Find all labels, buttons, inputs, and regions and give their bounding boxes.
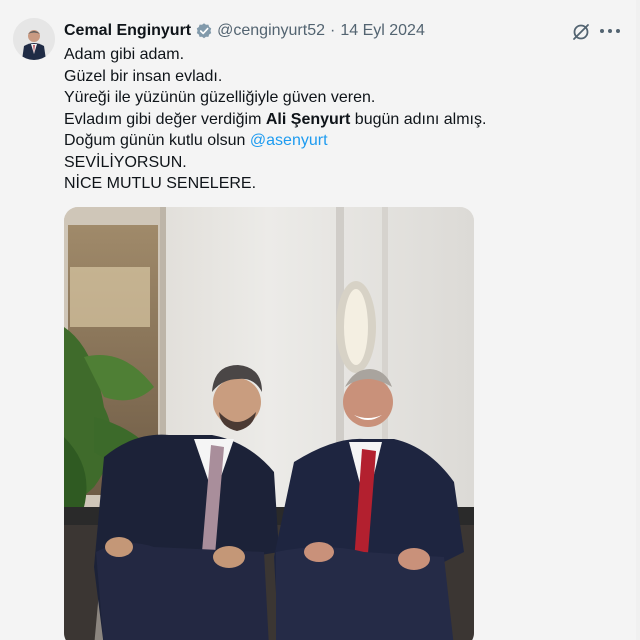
author-avatar[interactable] [13,18,55,60]
tweet-line: Güzel bir insan evladı. [64,67,223,85]
tweet-line: Evladım gibi değer verdiğim Ali Şenyurt … [64,109,604,131]
verified-badge-icon [196,23,212,39]
tweet-line: SEVİLİYORSUN. [64,153,187,171]
more-options-icon[interactable] [600,21,620,41]
tweet-text-segment: Doğum günün kutlu olsun [64,132,250,149]
grok-icon[interactable] [571,22,591,42]
tweet-line: Doğum günün kutlu olsun @asenyurt [64,130,604,152]
photo-image [64,207,474,640]
author-name[interactable]: Cemal Enginyurt [64,22,191,40]
highlighted-name: Ali Şenyurt [265,110,351,128]
tweet-line: Yüreği ile yüzünün güzelliğiyle güven ve… [64,89,376,106]
tweet-date[interactable]: 14 Eyl 2024 [340,22,425,40]
tweet-text-segment: bugün adını almış. [350,110,487,128]
tweet-card[interactable]: Cemal Enginyurt @cenginyurt52 · 14 Eyl 2… [0,0,636,640]
tweet-text: Adam gibi adam. Güzel bir insan evladı. … [64,44,604,195]
tweet-photo[interactable] [64,207,474,640]
header-separator: · [330,22,336,39]
avatar-image [13,18,55,60]
tweet-line: NİCE MUTLU SENELERE. [64,175,257,192]
mention-link[interactable]: @asenyurt [250,132,328,149]
tweet-text-segment: Evladım gibi değer verdiğim [64,110,266,128]
tweet-header: Cemal Enginyurt @cenginyurt52 · 14 Eyl 2… [64,20,425,42]
tweet-line: Adam gibi adam. [64,46,185,63]
author-handle[interactable]: @cenginyurt52 [217,22,325,40]
